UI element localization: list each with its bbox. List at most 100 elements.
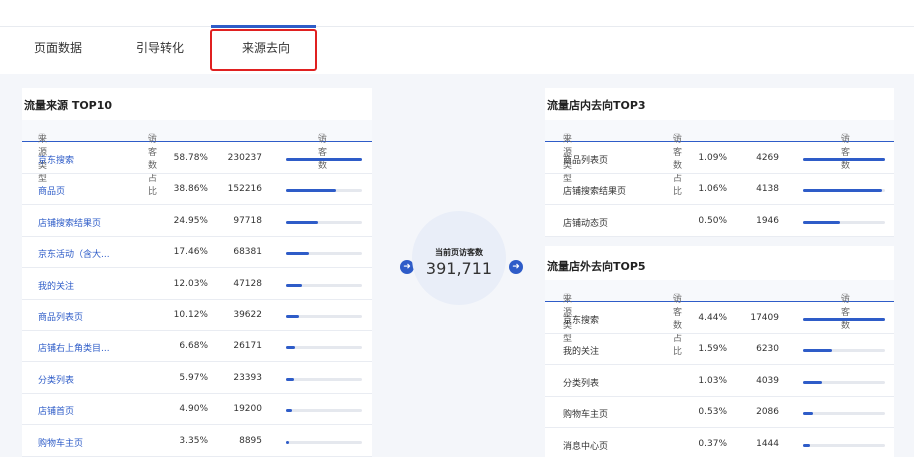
visitor-count: 4269 [756, 153, 779, 163]
help-icon[interactable]: ⓘ [563, 292, 571, 303]
share-bar-track [803, 318, 885, 321]
visitor-count: 8895 [239, 435, 262, 446]
share-bar-track [286, 346, 362, 350]
destination-name: 商品列表页 [563, 156, 609, 166]
source-link[interactable]: 京东搜索 [38, 153, 74, 166]
share-bar-fill [803, 189, 883, 193]
share-bar-track [286, 409, 362, 413]
visitor-ratio: 1.03% [698, 375, 727, 386]
destination-name: 店铺搜索结果页 [563, 187, 627, 198]
table-row: 消息中心页 0.37% 1444 [545, 429, 894, 457]
table-row: 商品列表页 10.12% 39622 [22, 300, 372, 331]
visitor-count: 17409 [750, 313, 779, 323]
source-link[interactable]: 店铺右上角类目... [38, 341, 110, 354]
share-bar-fill [286, 409, 293, 413]
center-label: 当前页访客数 [435, 248, 483, 257]
table-row: 商品页 38.86% 152216 [22, 174, 372, 206]
help-icon[interactable]: ⓘ [148, 132, 156, 143]
share-bar-track [286, 283, 362, 287]
table-row: 京东搜索 4.44% 17409 [545, 303, 894, 334]
visitor-count: 19200 [233, 404, 262, 415]
visitor-ratio: 0.50% [698, 215, 727, 226]
help-icon[interactable]: ⓘ [563, 132, 571, 143]
table-row: 店铺搜索结果页 1.06% 4138 [545, 174, 894, 206]
content-area: 流量来源 TOP10 来源类型 ⓘ 访客数占比 ⓘ 访客数 ⓘ 京东搜索 58.7… [0, 74, 914, 457]
destination-name: 京东搜索 [563, 316, 600, 326]
tab-source-destination[interactable]: 来源去向 [242, 39, 290, 56]
share-bar-fill [286, 283, 302, 287]
table-row: 分类列表 5.97% 23393 [22, 363, 372, 394]
share-bar-track [803, 380, 885, 384]
table-row: 商品列表页 1.09% 4269 [545, 143, 894, 174]
share-bar-track [803, 220, 885, 224]
current-page-visitors: 当前页访客数 391,711 [412, 211, 506, 305]
share-bar-fill [286, 252, 309, 256]
tab-guide-conversion[interactable]: 引导转化 [136, 39, 184, 56]
share-bar-fill [286, 315, 300, 318]
share-bar-track [286, 158, 362, 161]
table-header: 来源类型 ⓘ 访客数占比 ⓘ 访客数 ⓘ [545, 120, 894, 197]
share-bar-track [803, 443, 885, 447]
visitor-ratio: 1.06% [698, 184, 727, 195]
table-row: 我的关注 12.03% 47128 [22, 269, 372, 300]
share-bar-track [286, 440, 362, 444]
table-row: 店铺首页 4.90% 19200 [22, 394, 372, 426]
visitor-ratio: 4.90% [179, 404, 208, 415]
destination-name: 分类列表 [563, 378, 600, 389]
source-link[interactable]: 我的关注 [38, 279, 74, 292]
help-icon[interactable]: ⓘ [673, 132, 681, 143]
share-bar-track [286, 315, 362, 318]
visitor-ratio: 38.86% [173, 184, 208, 195]
visitor-count: 4138 [756, 184, 779, 195]
table-row: 店铺搜索结果页 24.95% 97718 [22, 206, 372, 237]
table-row: 京东活动（含大... 17.46% 68381 [22, 237, 372, 269]
share-bar-fill [803, 443, 810, 447]
source-link[interactable]: 京东活动（含大... [38, 247, 110, 260]
visitor-ratio: 17.46% [173, 247, 208, 258]
visitor-ratio: 1.09% [698, 153, 727, 163]
share-bar-fill [803, 349, 833, 353]
visitor-count: 152216 [227, 184, 262, 195]
visitor-ratio: 0.37% [698, 438, 727, 449]
help-icon[interactable]: ⓘ [841, 292, 849, 303]
share-bar-fill [286, 220, 319, 224]
source-link[interactable]: 购物车主页 [38, 436, 83, 449]
share-bar-fill [286, 440, 289, 444]
share-bar-track [286, 220, 362, 224]
visitor-count: 68381 [233, 247, 262, 258]
table-row: 店铺动态页 0.50% 1946 [545, 206, 894, 237]
source-link[interactable]: 店铺首页 [38, 404, 74, 417]
visitor-ratio: 0.53% [698, 407, 727, 418]
visitor-ratio: 12.03% [173, 278, 208, 289]
share-bar-fill [286, 346, 295, 350]
share-bar-fill [286, 189, 337, 193]
help-icon[interactable]: ⓘ [841, 132, 849, 143]
table-row: 京东搜索 58.78% 230237 [22, 143, 372, 174]
share-bar-fill [803, 158, 885, 161]
share-bar-fill [803, 380, 823, 384]
share-bar-fill [803, 412, 813, 416]
visitor-count: 97718 [233, 215, 262, 226]
visitor-count: 1946 [756, 215, 779, 226]
source-link[interactable]: 店铺搜索结果页 [38, 216, 101, 229]
source-link[interactable]: 商品列表页 [38, 310, 83, 323]
center-value: 391,711 [425, 259, 493, 278]
help-icon[interactable]: ⓘ [38, 132, 46, 143]
destination-name: 购物车主页 [563, 410, 609, 421]
table-header: 来源类型 ⓘ 访客数占比 ⓘ 访客数 ⓘ [22, 120, 372, 197]
traffic-source-panel: 流量来源 TOP10 来源类型 ⓘ 访客数占比 ⓘ 访客数 ⓘ 京东搜索 58.7… [22, 88, 372, 457]
share-bar-track [286, 377, 362, 381]
source-link[interactable]: 分类列表 [38, 373, 74, 386]
visitor-count: 2086 [756, 407, 779, 418]
tab-active-indicator [211, 25, 316, 28]
share-bar-track [286, 252, 362, 256]
help-icon[interactable]: ⓘ [318, 132, 326, 143]
share-bar-track [803, 412, 885, 416]
tab-page-data[interactable]: 页面数据 [34, 39, 82, 56]
top-band [0, 0, 914, 27]
visitor-ratio: 3.35% [179, 435, 208, 446]
help-icon[interactable]: ⓘ [673, 292, 681, 303]
visitor-count: 1444 [756, 438, 779, 449]
share-bar-track [803, 158, 885, 161]
source-link[interactable]: 商品页 [38, 184, 65, 197]
